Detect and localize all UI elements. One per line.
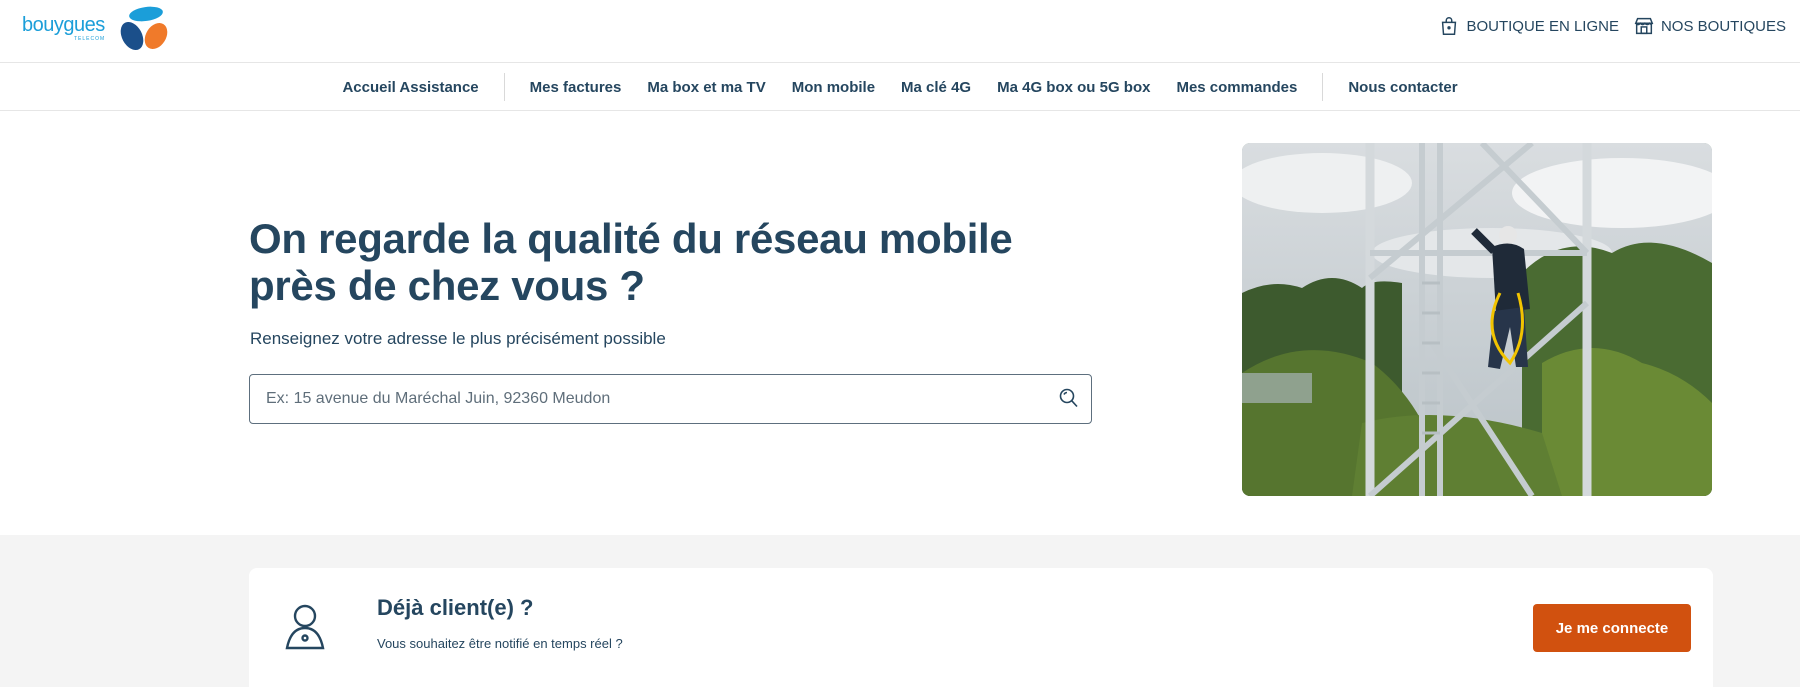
client-subtitle: Vous souhaitez être notifié en temps rée… — [377, 636, 623, 651]
store-icon — [1634, 17, 1654, 35]
top-links: BOUTIQUE EN LIGNE NOS BOUTIQUES — [1438, 14, 1786, 38]
hero-section: On regarde la qualité du réseau mobile p… — [0, 111, 1800, 535]
nav-item-mon-mobile[interactable]: Mon mobile — [779, 79, 888, 96]
nav-item-nous-contacter[interactable]: Nous contacter — [1335, 79, 1470, 96]
page-subtitle: Renseignez votre adresse le plus précisé… — [250, 329, 666, 348]
page-title: On regarde la qualité du réseau mobile p… — [249, 215, 1013, 309]
stores-link[interactable]: NOS BOUTIQUES — [1633, 15, 1786, 37]
client-title: Déjà client(e) ? — [377, 595, 534, 620]
nav-item-accueil-assistance[interactable]: Accueil Assistance — [329, 79, 491, 96]
nav-item-4g-5g-box[interactable]: Ma 4G box ou 5G box — [984, 79, 1163, 96]
stores-label: NOS BOUTIQUES — [1660, 17, 1786, 35]
online-shop-label: BOUTIQUE EN LIGNE — [1466, 17, 1619, 35]
nav-item-mes-factures[interactable]: Mes factures — [517, 79, 635, 96]
bouygues-logo-icon — [120, 6, 168, 51]
tower-technician-image — [1242, 143, 1712, 496]
logo-subtext: TELECOM — [74, 36, 106, 42]
login-button[interactable]: Je me connecte — [1533, 604, 1691, 652]
shopping-bag-icon — [1442, 17, 1457, 35]
client-card: Déjà client(e) ? Vous souhaitez être not… — [249, 568, 1713, 687]
address-search-input[interactable] — [266, 375, 1036, 423]
logo-text: bouygues — [22, 14, 105, 36]
nav-item-box-tv[interactable]: Ma box et ma TV — [634, 79, 778, 96]
nav-separator — [503, 73, 505, 101]
user-icon — [285, 604, 325, 650]
nav-separator — [1322, 73, 1324, 101]
main-nav: Accueil Assistance Mes factures Ma box e… — [0, 63, 1800, 111]
online-shop-link[interactable]: BOUTIQUE EN LIGNE — [1438, 15, 1619, 37]
logo[interactable]: bouygues TELECOM — [22, 4, 172, 52]
search-icon[interactable] — [1057, 387, 1081, 411]
hero-photo — [1242, 143, 1712, 496]
nav-item-cle-4g[interactable]: Ma clé 4G — [888, 79, 984, 96]
top-bar: bouygues TELECOM BOUTIQUE EN LIGNE NOS B — [0, 0, 1800, 63]
client-section: Déjà client(e) ? Vous souhaitez être not… — [0, 535, 1800, 687]
nav-item-mes-commandes[interactable]: Mes commandes — [1163, 79, 1310, 96]
address-search-box — [249, 374, 1092, 424]
